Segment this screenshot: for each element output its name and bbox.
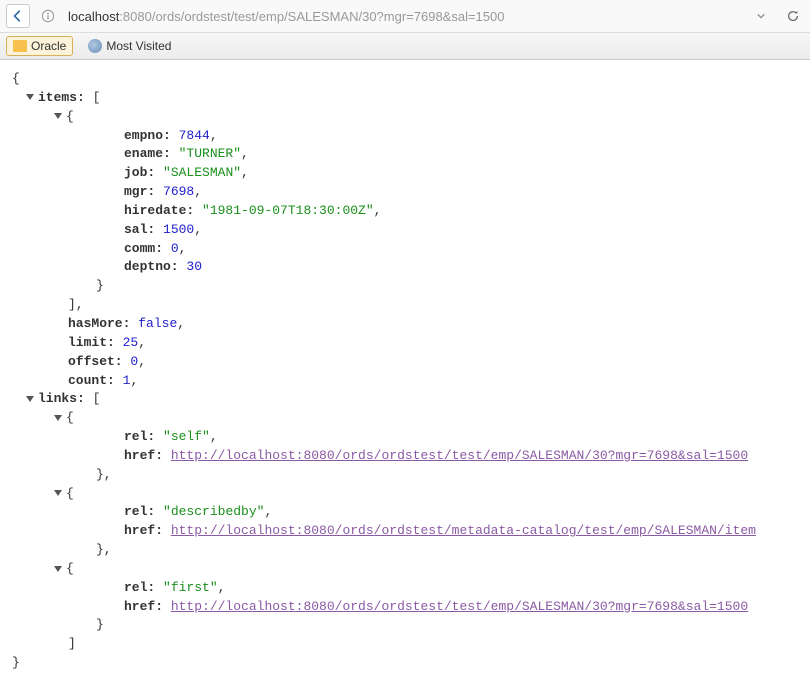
json-prop-sal: sal: 1500, (12, 221, 798, 240)
toggle-icon[interactable] (54, 566, 62, 572)
folder-icon (13, 40, 27, 52)
href-link[interactable]: http://localhost:8080/ords/ordstest/test… (171, 599, 748, 614)
bookmark-oracle[interactable]: Oracle (6, 36, 73, 56)
json-prop-limit: limit: 25, (12, 334, 798, 353)
json-prop-empno: empno: 7844, (12, 127, 798, 146)
json-prop-hasmore: hasMore: false, (12, 315, 798, 334)
href-link[interactable]: http://localhost:8080/ords/ordstest/test… (171, 448, 748, 463)
globe-icon (88, 39, 102, 53)
json-brace-close: } (12, 654, 798, 673)
refresh-icon (786, 9, 800, 23)
json-prop-href: href: http://localhost:8080/ords/ordstes… (12, 447, 798, 466)
json-prop-href: href: http://localhost:8080/ords/ordstes… (12, 598, 798, 617)
json-prop-mgr: mgr: 7698, (12, 183, 798, 202)
json-prop-comm: comm: 0, (12, 240, 798, 259)
json-key-items: items: [ (12, 89, 798, 108)
json-prop-offset: offset: 0, (12, 353, 798, 372)
href-link[interactable]: http://localhost:8080/ords/ordstest/meta… (171, 523, 756, 538)
json-prop-rel: rel: "describedby", (12, 503, 798, 522)
json-brace-close: } (12, 277, 798, 296)
toggle-icon[interactable] (54, 113, 62, 119)
back-button[interactable] (6, 4, 30, 28)
json-bracket-close: ] (12, 635, 798, 654)
bookmark-label: Most Visited (106, 39, 171, 53)
json-prop-count: count: 1, (12, 372, 798, 391)
toggle-icon[interactable] (26, 94, 34, 100)
json-prop-rel: rel: "self", (12, 428, 798, 447)
refresh-button[interactable] (782, 5, 804, 27)
json-brace-close: }, (12, 541, 798, 560)
json-brace-close: }, (12, 466, 798, 485)
info-icon (40, 8, 56, 24)
json-array-item: { (12, 108, 798, 127)
browser-toolbar: localhost:8080/ords/ordstest/test/emp/SA… (0, 0, 810, 33)
json-bracket-close: ], (12, 296, 798, 315)
json-viewer: { items: [ { empno: 7844, ename: "TURNER… (0, 60, 810, 683)
json-link-item: { (12, 560, 798, 579)
arrow-left-icon (11, 9, 25, 23)
json-prop-deptno: deptno: 30 (12, 258, 798, 277)
json-link-item: { (12, 409, 798, 428)
url-dropdown[interactable] (752, 7, 770, 25)
bookmark-most-visited[interactable]: Most Visited (81, 36, 178, 56)
chevron-down-icon (756, 11, 766, 21)
bookmark-label: Oracle (31, 39, 66, 53)
json-prop-href: href: http://localhost:8080/ords/ordstes… (12, 522, 798, 541)
json-link-item: { (12, 485, 798, 504)
json-brace-close: } (12, 616, 798, 635)
json-key-links: links: [ (12, 390, 798, 409)
json-brace: { (12, 70, 798, 89)
json-prop-rel: rel: "first", (12, 579, 798, 598)
url-path: :8080/ords/ordstest/test/emp/SALESMAN/30… (119, 9, 504, 24)
toggle-icon[interactable] (54, 415, 62, 421)
json-prop-hiredate: hiredate: "1981-09-07T18:30:00Z", (12, 202, 798, 221)
toggle-icon[interactable] (54, 490, 62, 496)
url-bar[interactable]: localhost:8080/ords/ordstest/test/emp/SA… (62, 5, 746, 28)
json-prop-job: job: "SALESMAN", (12, 164, 798, 183)
json-prop-ename: ename: "TURNER", (12, 145, 798, 164)
url-host: localhost (68, 9, 119, 24)
bookmarks-bar: Oracle Most Visited (0, 33, 810, 60)
toggle-icon[interactable] (26, 396, 34, 402)
